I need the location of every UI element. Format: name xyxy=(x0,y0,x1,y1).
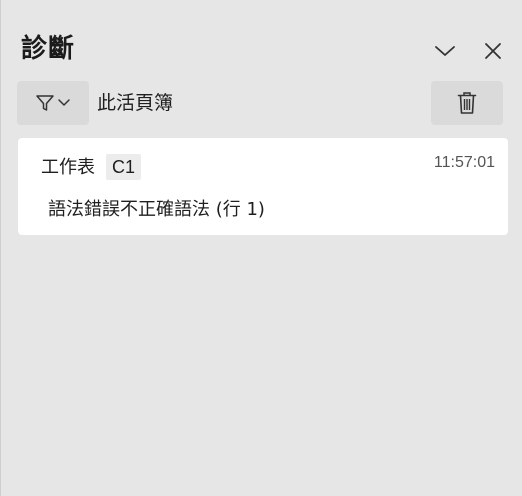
close-button[interactable] xyxy=(478,36,508,66)
diagnostics-pane: 診斷 此活頁簿 工作表 C1 11:57:01 語法錯誤不正確語法 (行 1) xyxy=(0,0,522,496)
diagnostic-message: 語法錯誤不正確語法 (行 1) xyxy=(48,199,265,220)
pane-title: 診斷 xyxy=(21,34,76,64)
clear-all-button[interactable] xyxy=(431,81,503,125)
trash-icon xyxy=(457,91,477,115)
timestamp: 11:57:01 xyxy=(433,154,495,171)
diagnostic-item[interactable]: 工作表 C1 11:57:01 語法錯誤不正確語法 (行 1) xyxy=(18,138,508,235)
collapse-button[interactable] xyxy=(430,36,460,66)
chevron-down-icon xyxy=(434,44,456,58)
pane-divider xyxy=(0,0,1,496)
filter-icon xyxy=(35,93,55,113)
scope-label: 此活頁簿 xyxy=(97,92,174,114)
cell-reference[interactable]: C1 xyxy=(106,154,142,180)
chevron-down-icon xyxy=(57,98,71,108)
filter-button[interactable] xyxy=(17,81,89,125)
close-icon xyxy=(484,42,502,60)
sheet-name: 工作表 xyxy=(41,157,95,178)
